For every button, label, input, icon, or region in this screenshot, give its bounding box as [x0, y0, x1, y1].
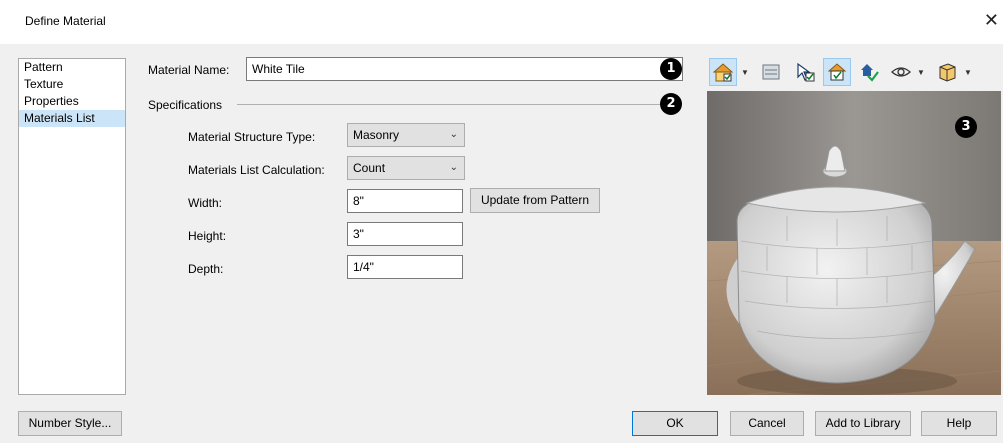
nav-item-properties[interactable]: Properties [19, 93, 125, 110]
add-to-library-button[interactable]: Add to Library [815, 411, 911, 436]
material-name-input[interactable]: White Tile [246, 57, 683, 81]
ok-button[interactable]: OK [632, 411, 718, 436]
render-check-icon[interactable] [855, 58, 883, 86]
width-label: Width: [188, 196, 223, 210]
callout-2: 2 [660, 93, 682, 115]
chevron-down-icon: ⌄ [449, 129, 458, 140]
specifications-heading: Specifications [148, 98, 223, 112]
height-input[interactable]: 3" [347, 222, 463, 246]
window-title: Define Material [25, 14, 106, 28]
layers-icon[interactable] [757, 58, 785, 86]
depth-label: Depth: [188, 262, 224, 276]
height-label: Height: [188, 229, 227, 243]
house-view-icon[interactable] [709, 58, 737, 86]
calculation-select[interactable]: Count ⌄ [347, 156, 465, 180]
nav-item-materials-list[interactable]: Materials List [19, 110, 125, 127]
nav-item-texture[interactable]: Texture [19, 76, 125, 93]
specifications-divider [237, 104, 667, 105]
category-list[interactable]: Pattern Texture Properties Materials Lis… [18, 58, 126, 395]
structure-type-label: Material Structure Type: [188, 130, 316, 144]
box-icon[interactable] [933, 58, 961, 86]
eye-icon[interactable] [887, 58, 915, 86]
calculation-value: Count [353, 161, 386, 175]
help-button[interactable]: Help [921, 411, 997, 436]
chevron-down-icon[interactable]: ▼ [917, 68, 925, 77]
cancel-button[interactable]: Cancel [730, 411, 804, 436]
calculation-label: Materials List Calculation: [188, 163, 325, 177]
material-name-label: Material Name: [148, 63, 230, 77]
structure-type-value: Masonry [353, 128, 400, 142]
chevron-down-icon: ⌄ [449, 162, 458, 173]
title-bar: Define Material ✕ [0, 0, 1003, 44]
chevron-down-icon[interactable]: ▼ [741, 68, 749, 77]
number-style-button[interactable]: Number Style... [18, 411, 122, 436]
depth-input[interactable]: 1/4" [347, 255, 463, 279]
chevron-down-icon[interactable]: ▼ [964, 68, 972, 77]
structure-type-select[interactable]: Masonry ⌄ [347, 123, 465, 147]
callout-3: 3 [955, 116, 977, 138]
width-input[interactable]: 8" [347, 189, 463, 213]
material-preview [707, 91, 1001, 395]
callout-1: 1 [660, 58, 682, 80]
nav-item-pattern[interactable]: Pattern [19, 59, 125, 76]
select-objects-icon[interactable] [791, 58, 819, 86]
material-check-icon[interactable] [823, 58, 851, 86]
update-from-pattern-button[interactable]: Update from Pattern [470, 188, 600, 213]
close-icon[interactable]: ✕ [984, 10, 999, 31]
